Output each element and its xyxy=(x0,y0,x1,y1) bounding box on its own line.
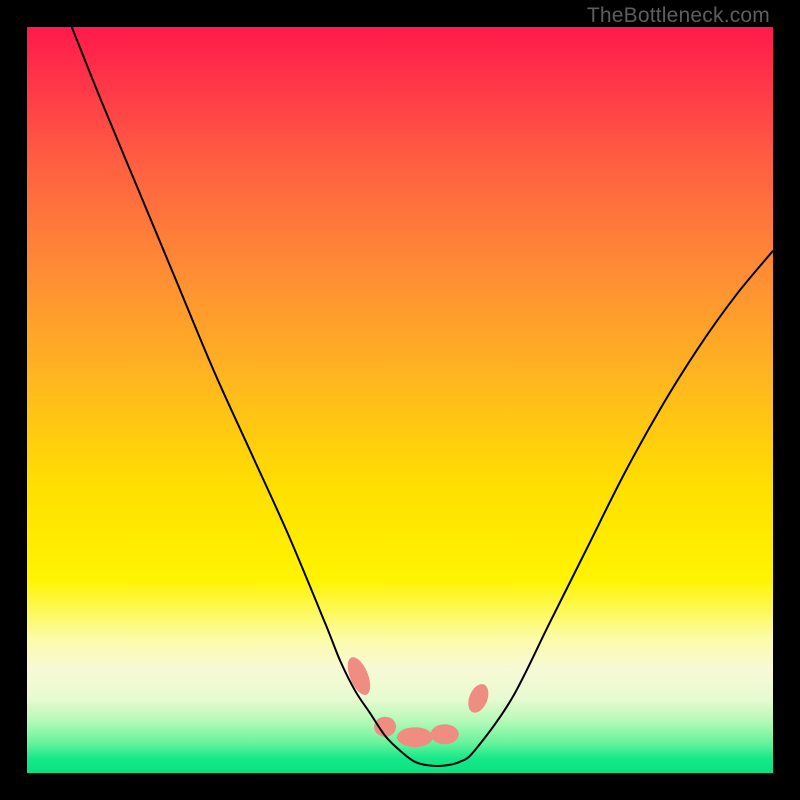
marker-right xyxy=(464,681,492,716)
curve-markers-group xyxy=(343,654,492,747)
plot-area xyxy=(27,27,773,773)
bottleneck-curve xyxy=(72,27,773,766)
curve-layer xyxy=(27,27,773,773)
chart-frame: TheBottleneck.com xyxy=(0,0,800,800)
marker-floor-b xyxy=(397,727,433,747)
watermark-text: TheBottleneck.com xyxy=(587,4,770,28)
marker-floor-a xyxy=(374,717,396,737)
marker-floor-c xyxy=(431,724,459,744)
